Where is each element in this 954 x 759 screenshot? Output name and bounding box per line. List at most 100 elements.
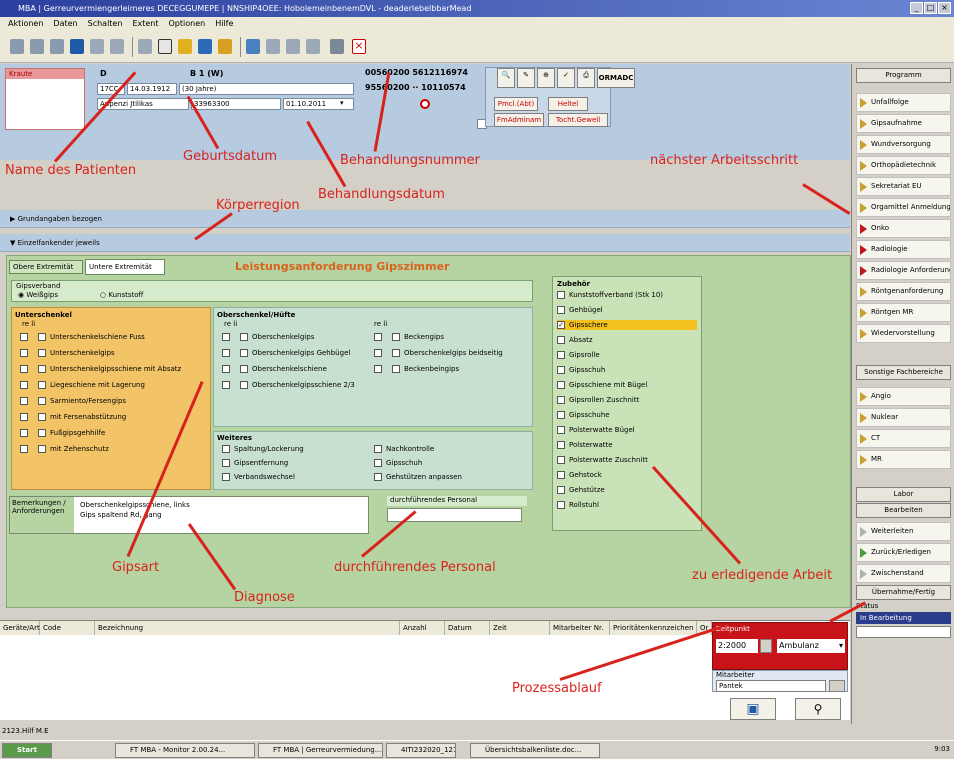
- menu-extent[interactable]: Extent: [132, 17, 158, 31]
- sidebar-labor-button[interactable]: Labor: [856, 487, 951, 502]
- export-icon[interactable]: [306, 39, 320, 54]
- sidebar-step[interactable]: Röntgenanforderung: [856, 282, 951, 301]
- button-pmcl[interactable]: Pmcl.(Abt): [494, 97, 538, 111]
- checkbox-left[interactable]: [392, 349, 400, 357]
- checkbox-left[interactable]: [38, 333, 46, 341]
- sidebar-fachbereiche-button[interactable]: Sonstige Fachbereiche: [856, 365, 951, 380]
- worker-field[interactable]: Pantek: [716, 680, 826, 692]
- checkbox-right[interactable]: [20, 445, 28, 453]
- oberschenkel-item[interactable]: Oberschenkelschiene: [222, 364, 327, 374]
- checkbox-left[interactable]: [38, 429, 46, 437]
- checkbox-right[interactable]: [20, 365, 28, 373]
- process-time-field[interactable]: 2:2000: [716, 639, 758, 653]
- table-column-header[interactable]: Mitarbeiter Nr.: [550, 621, 610, 635]
- weitere-item[interactable]: Gipsschuh: [374, 458, 422, 468]
- checkbox[interactable]: [557, 306, 565, 314]
- button-heltel[interactable]: Heltel: [548, 97, 588, 111]
- button-fmadmin[interactable]: FmAdminam: [494, 113, 544, 127]
- checkbox-left[interactable]: [38, 397, 46, 405]
- task-1[interactable]: FT MBA - Monitor 2.00.24...: [115, 743, 255, 758]
- treatment-date-dropdown-icon[interactable]: ▾: [340, 99, 344, 107]
- sidebar-uebernahme-button[interactable]: Übernahme/Fertig: [856, 585, 951, 600]
- page-icon[interactable]: [158, 39, 172, 54]
- checkbox[interactable]: [374, 473, 382, 481]
- checkbox[interactable]: [222, 445, 230, 453]
- table-column-header[interactable]: Bezeichnung: [95, 621, 400, 635]
- calendar-icon[interactable]: [246, 39, 260, 54]
- checkbox[interactable]: [557, 351, 565, 359]
- checkbox[interactable]: [557, 396, 565, 404]
- note-icon[interactable]: [178, 39, 192, 54]
- checkbox-left[interactable]: [38, 445, 46, 453]
- zubehoer-item[interactable]: Gehstock: [557, 470, 602, 480]
- checkbox[interactable]: [557, 456, 565, 464]
- checkbox[interactable]: [222, 473, 230, 481]
- folder-icon[interactable]: [50, 39, 64, 54]
- sidebar-fach[interactable]: CT: [856, 429, 951, 448]
- oberschenkel-item[interactable]: Oberschenkelgips Gehbügel: [222, 348, 350, 358]
- table-icon[interactable]: [286, 39, 300, 54]
- oberschenkel-item[interactable]: Oberschenkelgips: [222, 332, 314, 342]
- checkbox[interactable]: [557, 471, 565, 479]
- task-4[interactable]: Übersichtsbalkenliste.doc...: [470, 743, 600, 758]
- checked-checkbox[interactable]: ✓: [557, 321, 565, 329]
- zubehoer-item[interactable]: Gipsrolle: [557, 350, 600, 360]
- sidebar-step[interactable]: Onko: [856, 219, 951, 238]
- oberschenkel-item[interactable]: Beckengips: [374, 332, 444, 342]
- checkbox[interactable]: [557, 441, 565, 449]
- save-process-button[interactable]: ▣: [730, 698, 776, 720]
- menu-hilfe[interactable]: Hilfe: [215, 17, 233, 31]
- checkbox[interactable]: [222, 459, 230, 467]
- list-icon[interactable]: [266, 39, 280, 54]
- check-icon[interactable]: ✓: [557, 68, 575, 88]
- save-icon[interactable]: [70, 39, 84, 54]
- oberschenkel-item[interactable]: Oberschenkelgips beidseitig: [374, 348, 503, 358]
- weitere-item[interactable]: Gipsentfernung: [222, 458, 288, 468]
- zubehoer-item[interactable]: Gehbügel: [557, 305, 603, 315]
- sidebar-step[interactable]: Röntgen MR: [856, 303, 951, 322]
- new-doc-icon[interactable]: [10, 39, 24, 54]
- section-expanded[interactable]: ▼ Einzelfankender jeweils: [0, 234, 850, 252]
- checkbox-right[interactable]: [222, 333, 230, 341]
- zubehoer-item[interactable]: Absatz: [557, 335, 593, 345]
- weitere-item[interactable]: Spaltung/Lockerung: [222, 444, 304, 454]
- close-window-button[interactable]: ×: [938, 2, 951, 14]
- checkbox-left[interactable]: [240, 333, 248, 341]
- table-column-header[interactable]: Anzahl: [400, 621, 445, 635]
- weitere-item[interactable]: Nachkontrolle: [374, 444, 434, 454]
- checkbox-left[interactable]: [38, 365, 46, 373]
- zubehoer-item[interactable]: Polsterwatte Zuschnitt: [557, 455, 648, 465]
- time-spin-button[interactable]: [760, 639, 772, 653]
- checkbox[interactable]: [557, 501, 565, 509]
- unterschenkel-item[interactable]: Unterschenkelgipsschiene mit Absatz: [20, 364, 181, 374]
- checkbox[interactable]: [557, 486, 565, 494]
- menu-schalten[interactable]: Schalten: [88, 17, 123, 31]
- sidebar-step[interactable]: Sekretariat EU: [856, 177, 951, 196]
- checkbox[interactable]: [557, 366, 565, 374]
- sidebar-step[interactable]: Gipsaufnahme: [856, 114, 951, 133]
- checkbox[interactable]: [557, 291, 565, 299]
- checkbox-right[interactable]: [20, 349, 28, 357]
- sidebar-fach[interactable]: MR: [856, 450, 951, 469]
- zubehoer-item[interactable]: Gipsschuhe: [557, 410, 610, 420]
- checkbox-left[interactable]: [240, 365, 248, 373]
- search-process-button[interactable]: ⚲: [795, 698, 841, 720]
- menu-optionen[interactable]: Optionen: [169, 17, 206, 31]
- zubehoer-item[interactable]: Gipsschuh: [557, 365, 605, 375]
- maximize-button[interactable]: □: [924, 2, 937, 14]
- section-collapsed[interactable]: ▶ Grundangaben bezogen: [0, 210, 850, 228]
- zubehoer-item[interactable]: Polsterwatte: [557, 440, 613, 450]
- sidebar-step[interactable]: Wundversorgung: [856, 135, 951, 154]
- table-column-header[interactable]: Geräte/Art: [0, 621, 40, 635]
- table-column-header[interactable]: Code: [40, 621, 95, 635]
- tab-untere-extremitaet[interactable]: Untere Extremität: [85, 259, 165, 275]
- task-2[interactable]: FT MBA | Gerreurvermiedung...: [258, 743, 383, 758]
- search-icon[interactable]: 🔍: [497, 68, 515, 88]
- unterschenkel-item[interactable]: Unterschenkelgips: [20, 348, 115, 358]
- sidebar-scrollbar[interactable]: [856, 626, 951, 638]
- back-icon[interactable]: [110, 39, 124, 54]
- zoom-icon[interactable]: ⊕: [537, 68, 555, 88]
- checkbox[interactable]: [557, 381, 565, 389]
- unterschenkel-item[interactable]: Liegeschiene mit Lagerung: [20, 380, 145, 390]
- menu-daten[interactable]: Daten: [53, 17, 77, 31]
